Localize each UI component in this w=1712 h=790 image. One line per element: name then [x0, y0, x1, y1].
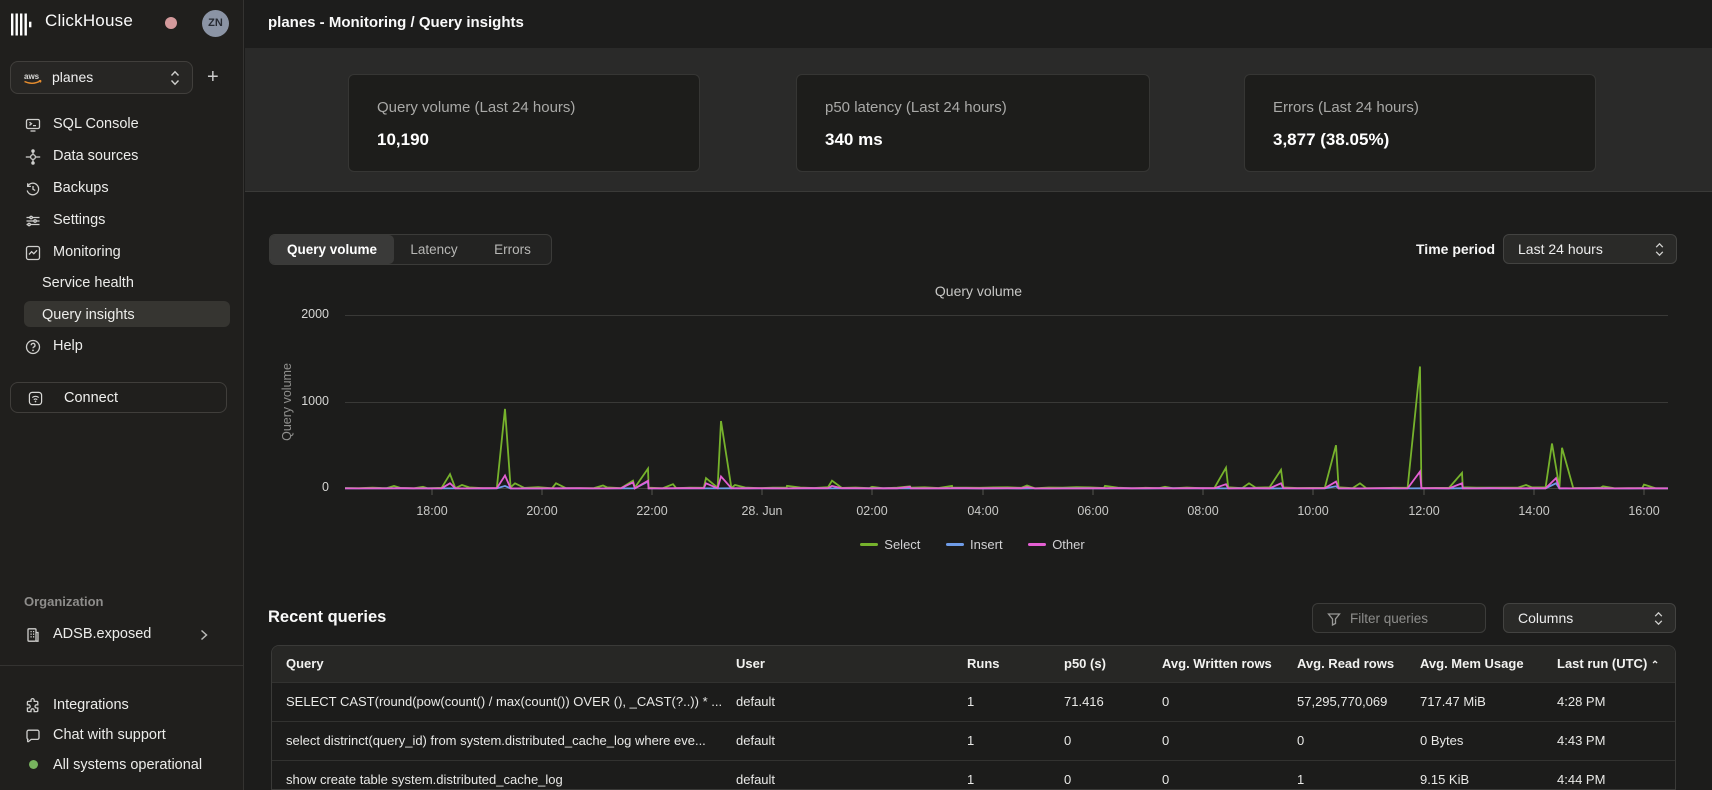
svg-text:aws: aws — [24, 72, 40, 81]
